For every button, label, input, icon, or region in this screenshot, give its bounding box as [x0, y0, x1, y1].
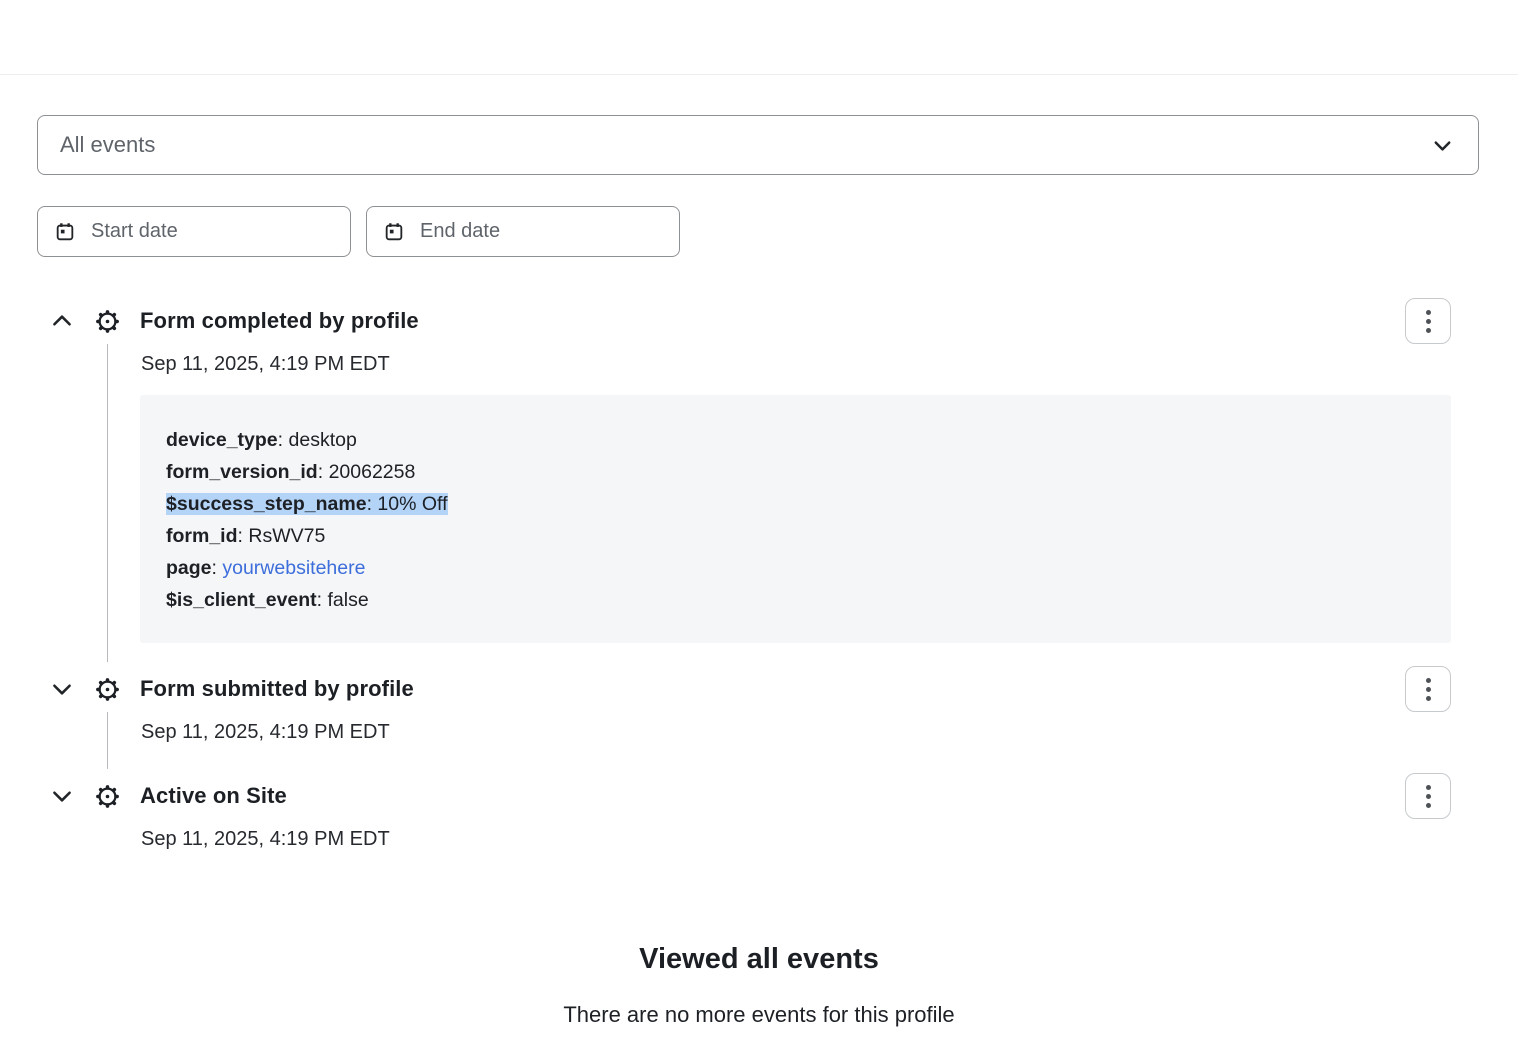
event-timestamp: Sep 11, 2025, 4:19 PM EDT: [141, 828, 1451, 851]
end-of-feed: Viewed all events There are no more even…: [0, 943, 1518, 1028]
filter-bar: All events Start date End date: [37, 115, 1479, 257]
selected-text: $success_step_name: 10% Off: [166, 493, 448, 515]
event-expand-toggle[interactable]: [49, 783, 75, 809]
gear-icon: [94, 676, 121, 703]
event-title: Active on Site: [140, 783, 1405, 809]
gear-icon: [94, 308, 121, 335]
property-key: page: [166, 557, 212, 579]
event-property: form_version_id: 20062258: [166, 456, 1425, 488]
property-value: desktop: [289, 429, 357, 451]
property-line: device_type: desktop: [166, 429, 357, 451]
chevron-down-icon: [1431, 134, 1454, 157]
property-separator: :: [238, 525, 249, 547]
event-item: Form submitted by profile Sep 11, 2025, …: [37, 665, 1451, 772]
event-filter-select[interactable]: All events: [37, 115, 1479, 175]
gear-icon: [94, 783, 121, 810]
kebab-dot: [1426, 785, 1431, 790]
end-date-input[interactable]: End date: [366, 206, 680, 257]
property-key: $is_client_event: [166, 589, 317, 611]
event-property: $is_client_event: false: [166, 584, 1425, 616]
timeline-connector: [107, 712, 108, 769]
property-separator: :: [212, 557, 223, 579]
event-list: Form completed by profile Sep 11, 2025, …: [37, 297, 1451, 879]
chevron-up-icon: [49, 308, 75, 334]
event-item: Form completed by profile Sep 11, 2025, …: [37, 297, 1451, 665]
event-timestamp: Sep 11, 2025, 4:19 PM EDT: [141, 721, 1451, 744]
property-value-link[interactable]: yourwebsitehere: [222, 557, 365, 579]
property-value: 20062258: [329, 461, 416, 483]
event-title: Form submitted by profile: [140, 676, 1405, 702]
kebab-dot: [1426, 803, 1431, 808]
event-header: Form completed by profile: [37, 297, 1451, 345]
event-item: Active on Site Sep 11, 2025, 4:19 PM EDT: [37, 772, 1451, 879]
event-property: form_id: RsWV75: [166, 520, 1425, 552]
property-key: form_version_id: [166, 461, 318, 483]
property-key: device_type: [166, 429, 278, 451]
calendar-icon: [383, 221, 405, 243]
end-date-placeholder: End date: [420, 220, 500, 243]
property-line: form_id: RsWV75: [166, 525, 325, 547]
event-header: Form submitted by profile: [37, 665, 1451, 713]
start-date-placeholder: Start date: [91, 220, 178, 243]
event-menu-button[interactable]: [1405, 298, 1451, 344]
kebab-dot: [1426, 678, 1431, 683]
property-value: RsWV75: [248, 525, 325, 547]
chevron-down-icon: [49, 676, 75, 702]
property-line: $is_client_event: false: [166, 589, 369, 611]
date-filter-row: Start date End date: [37, 206, 1479, 257]
event-property: page: yourwebsitehere: [166, 552, 1425, 584]
property-separator: :: [317, 589, 328, 611]
event-title: Form completed by profile: [140, 308, 1405, 334]
timeline-connector: [107, 344, 108, 662]
event-menu-button[interactable]: [1405, 666, 1451, 712]
event-expand-toggle[interactable]: [49, 308, 75, 334]
calendar-icon: [54, 221, 76, 243]
property-value: 10% Off: [377, 493, 447, 515]
event-header: Active on Site: [37, 772, 1451, 820]
property-separator: :: [318, 461, 329, 483]
property-value: false: [328, 589, 369, 611]
kebab-dot: [1426, 696, 1431, 701]
kebab-dot: [1426, 794, 1431, 799]
top-divider: [0, 0, 1518, 75]
property-key: form_id: [166, 525, 238, 547]
property-line: form_version_id: 20062258: [166, 461, 415, 483]
event-expand-toggle[interactable]: [49, 676, 75, 702]
kebab-dot: [1426, 319, 1431, 324]
property-separator: :: [278, 429, 289, 451]
end-of-feed-subtitle: There are no more events for this profil…: [0, 1002, 1518, 1028]
property-line: page: yourwebsitehere: [166, 557, 365, 579]
kebab-dot: [1426, 310, 1431, 315]
end-of-feed-title: Viewed all events: [0, 943, 1518, 976]
property-separator: :: [367, 493, 378, 515]
property-key: $success_step_name: [166, 493, 367, 515]
event-property: $success_step_name: 10% Off: [166, 488, 1425, 520]
kebab-dot: [1426, 687, 1431, 692]
event-timestamp: Sep 11, 2025, 4:19 PM EDT: [141, 353, 1451, 376]
event-properties-panel: device_type: desktop form_version_id: 200…: [140, 395, 1451, 643]
event-property: device_type: desktop: [166, 424, 1425, 456]
kebab-dot: [1426, 328, 1431, 333]
event-filter-value: All events: [60, 132, 155, 158]
start-date-input[interactable]: Start date: [37, 206, 351, 257]
event-menu-button[interactable]: [1405, 773, 1451, 819]
chevron-down-icon: [49, 783, 75, 809]
